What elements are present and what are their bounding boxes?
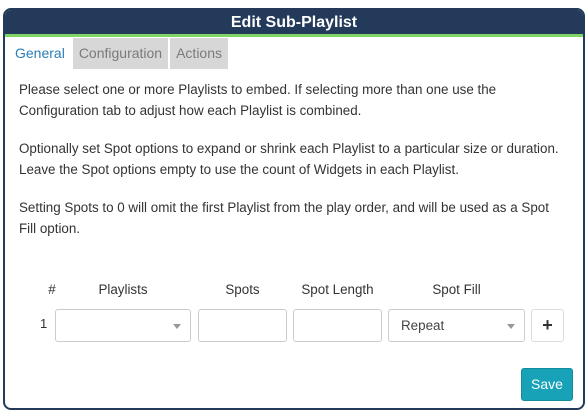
tab-general[interactable]: General <box>9 38 71 69</box>
help-text-spots-zero: Setting Spots to 0 will omit the first P… <box>19 200 549 236</box>
column-header-spot-length: Spot Length <box>301 282 374 297</box>
edit-sub-playlist-dialog: Edit Sub-Playlist General Configuration … <box>3 8 585 410</box>
column-header-spots: Spots <box>225 282 260 297</box>
spot-length-input[interactable] <box>293 309 382 342</box>
help-text-spot-options: Optionally set Spot options to expand or… <box>19 141 559 177</box>
column-header-playlists: Playlists <box>98 282 148 297</box>
plus-icon: + <box>542 315 553 335</box>
dialog-title: Edit Sub-Playlist <box>5 10 583 37</box>
chevron-down-icon <box>507 324 515 329</box>
column-header-spot-fill: Spot Fill <box>432 282 481 297</box>
tab-bar: General Configuration Actions <box>5 38 583 70</box>
tab-configuration[interactable]: Configuration <box>72 38 169 69</box>
chevron-down-icon <box>173 324 181 329</box>
add-row-button[interactable]: + <box>531 309 564 342</box>
spot-fill-select-value: Repeat <box>401 318 445 333</box>
spots-input[interactable] <box>198 309 287 342</box>
spot-fill-select[interactable]: Repeat <box>388 309 525 342</box>
row-index: 1 <box>40 316 48 331</box>
help-text-select: Please select one or more Playlists to e… <box>19 82 497 118</box>
tab-actions[interactable]: Actions <box>170 38 229 69</box>
save-button[interactable]: Save <box>521 368 573 401</box>
playlist-select[interactable] <box>55 309 191 342</box>
general-tab-content: Please select one or more Playlists to e… <box>5 70 583 239</box>
